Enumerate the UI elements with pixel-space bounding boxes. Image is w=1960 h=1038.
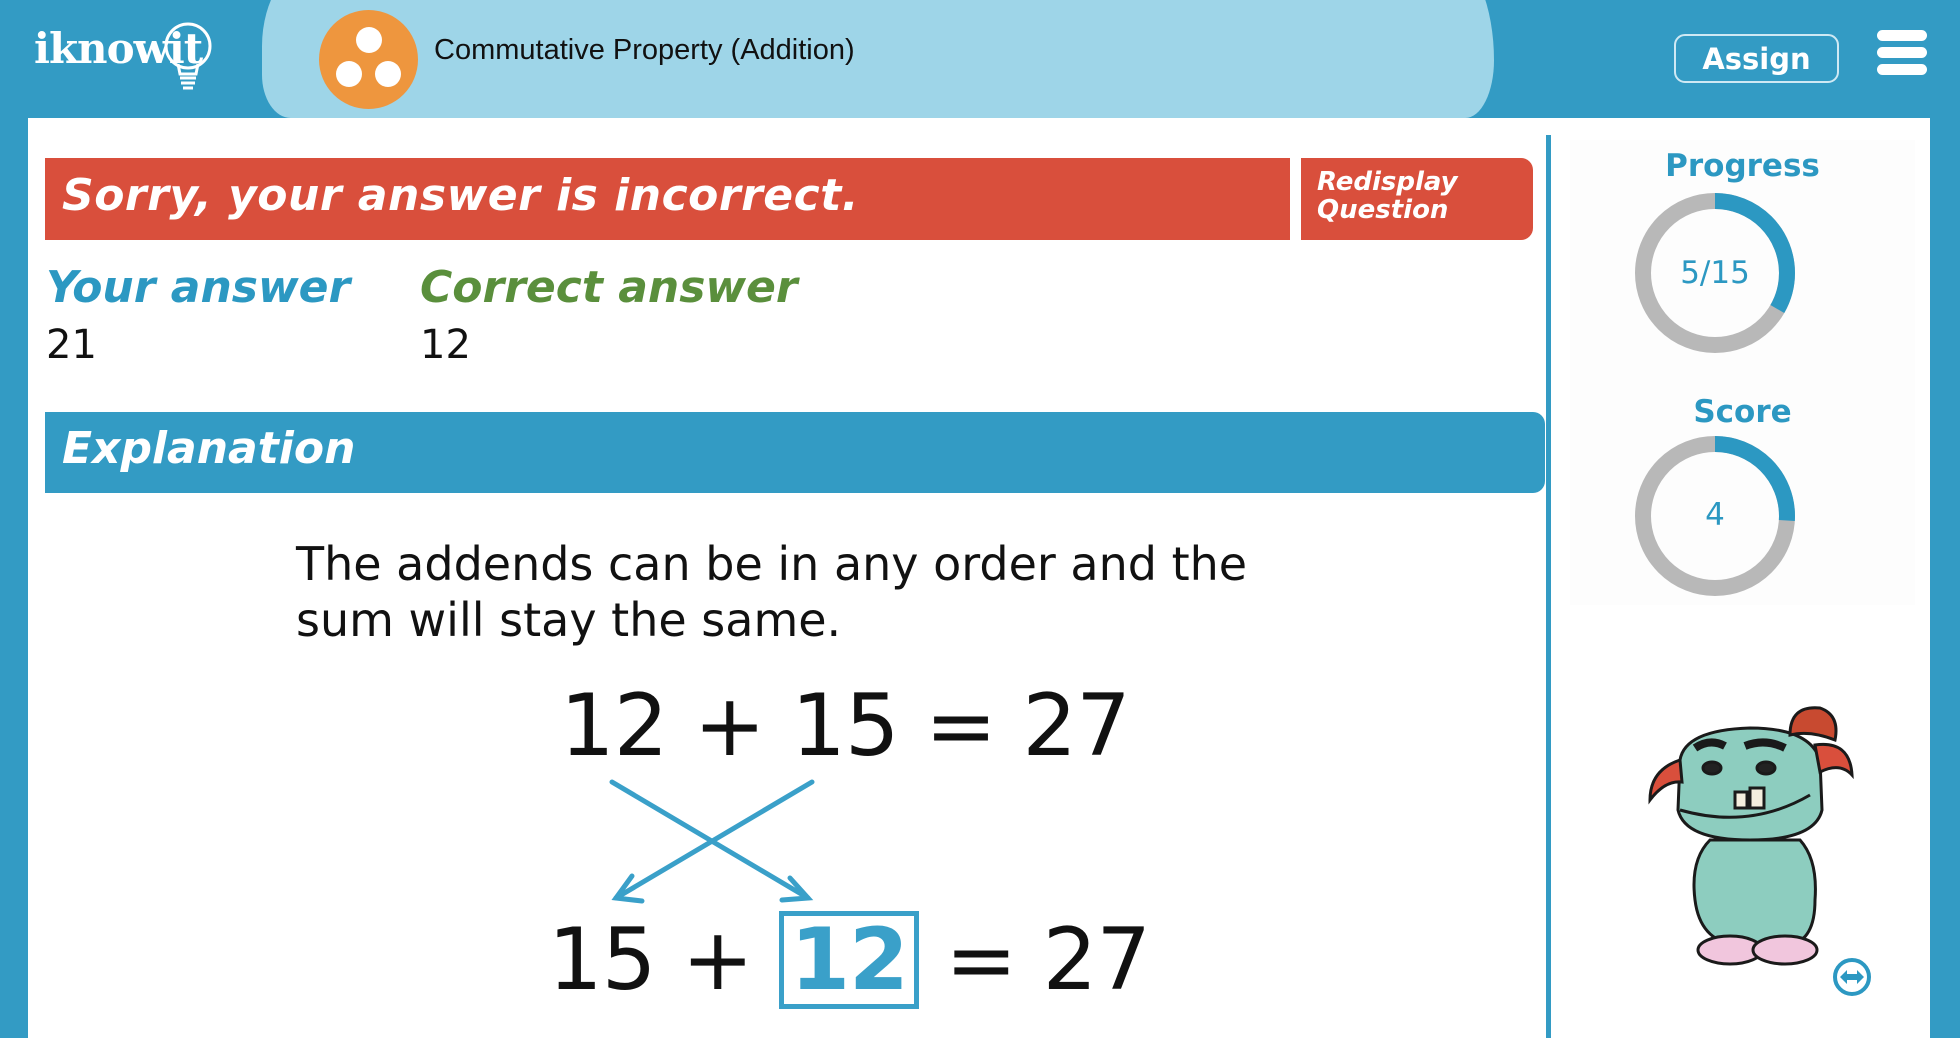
equation-original: 12 + 15 = 27 [560, 676, 1131, 776]
addend-a: 12 [560, 676, 668, 776]
hamburger-menu-icon[interactable] [1877, 30, 1927, 76]
top-header: iknowit Commutative Property (Addition) … [0, 0, 1960, 118]
equals-sign: = [924, 676, 997, 776]
correct-answer-value: 12 [420, 322, 471, 368]
progress-label: Progress [1665, 148, 1820, 184]
iknowit-logo[interactable]: iknowit [34, 18, 224, 96]
three-dots-circle-icon [319, 10, 418, 109]
score-value: 4 [1705, 497, 1725, 533]
explanation-heading: Explanation [62, 423, 356, 474]
addend-a: 15 [548, 910, 656, 1010]
sum: 27 [1042, 910, 1151, 1010]
score-label: Score [1693, 394, 1792, 430]
equation-swapped: 15 + 12 = 27 [548, 910, 1151, 1010]
progress-value: 5/15 [1680, 255, 1750, 291]
highlighted-addend: 12 [779, 911, 919, 1009]
redisplay-question-button[interactable]: Redisplay Question [1301, 158, 1533, 240]
column-divider [1546, 135, 1551, 1038]
assign-button[interactable]: Assign [1674, 34, 1839, 83]
explanation-text: The addends can be in any order and the … [296, 537, 1248, 647]
equals-sign: = [945, 910, 1017, 1010]
explanation-header: Explanation [45, 412, 1545, 493]
sum: 27 [1022, 676, 1130, 776]
monster-mascot [1648, 706, 1854, 966]
incorrect-message: Sorry, your answer is incorrect. [62, 170, 859, 221]
topic-title: Commutative Property (Addition) [434, 34, 855, 66]
expand-horizontal-icon[interactable] [1832, 957, 1872, 997]
your-answer-label: Your answer [46, 262, 351, 313]
your-answer-value: 21 [46, 322, 97, 368]
lightbulb-icon [164, 22, 212, 90]
plus-sign: + [693, 676, 766, 776]
correct-answer-label: Correct answer [420, 262, 798, 313]
swap-arrows-icon [609, 779, 815, 904]
incorrect-banner: Sorry, your answer is incorrect. [45, 158, 1290, 240]
plus-sign: + [681, 910, 754, 1010]
redisplay-label-line1: Redisplay [1317, 167, 1458, 197]
redisplay-label-line2: Question [1317, 195, 1449, 225]
addend-b: 15 [791, 676, 899, 776]
